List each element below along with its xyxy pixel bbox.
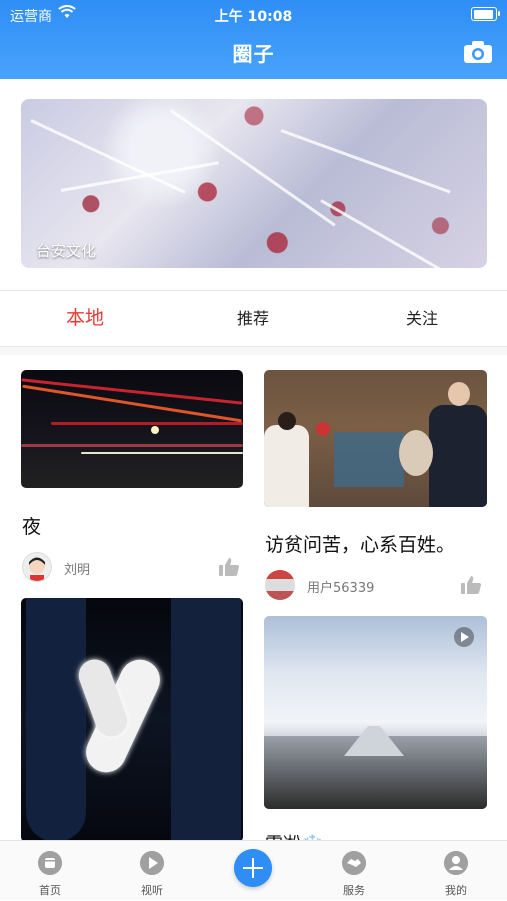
plus-icon[interactable] (234, 849, 272, 887)
post-title[interactable]: 夜 (22, 512, 41, 539)
nav-profile[interactable]: 我的 (416, 841, 496, 901)
app-header: 运营商 上午 10:08 圈子 (0, 0, 507, 79)
author-name[interactable]: 刘明 (64, 559, 90, 578)
play-icon[interactable] (453, 626, 475, 648)
post-image[interactable] (21, 370, 243, 488)
divider (0, 347, 507, 355)
battery-icon (471, 7, 500, 21)
nav-profile-label: 我的 (445, 884, 467, 897)
post-video-thumbnail[interactable] (264, 616, 487, 809)
nav-services[interactable]: 服务 (314, 841, 394, 901)
page-title: 圈子 (232, 42, 275, 66)
post-image[interactable] (21, 598, 243, 842)
nav-home-label: 首页 (39, 884, 61, 897)
thumbs-up-icon[interactable] (218, 557, 240, 577)
avatar[interactable] (265, 570, 295, 600)
carousel-indicator (410, 255, 476, 270)
tab-local[interactable]: 本地 (25, 291, 145, 346)
post-title[interactable]: 访贫问苦，心系百姓。 (265, 530, 455, 557)
handshake-icon (342, 851, 366, 875)
thumbs-up-icon[interactable] (460, 575, 482, 595)
banner-caption: 台安文化 (36, 242, 97, 260)
nav-media[interactable]: 视听 (112, 841, 192, 901)
camera-icon[interactable] (463, 40, 493, 64)
status-bar: 运营商 上午 10:08 (0, 0, 507, 28)
nav-services-label: 服务 (343, 884, 365, 897)
home-icon (38, 851, 62, 875)
tab-recommended[interactable]: 推荐 (193, 291, 313, 346)
nav-home[interactable]: 首页 (10, 841, 90, 901)
tab-following[interactable]: 关注 (362, 291, 482, 346)
avatar[interactable] (22, 552, 52, 582)
post-image[interactable] (264, 370, 487, 507)
play-icon (140, 851, 164, 875)
author-name[interactable]: 用户56339 (307, 577, 374, 596)
feed-tabs: 本地 推荐 关注 (0, 290, 507, 347)
nav-media-label: 视听 (141, 884, 163, 897)
user-icon (444, 851, 468, 875)
clock: 上午 10:08 (214, 9, 293, 25)
